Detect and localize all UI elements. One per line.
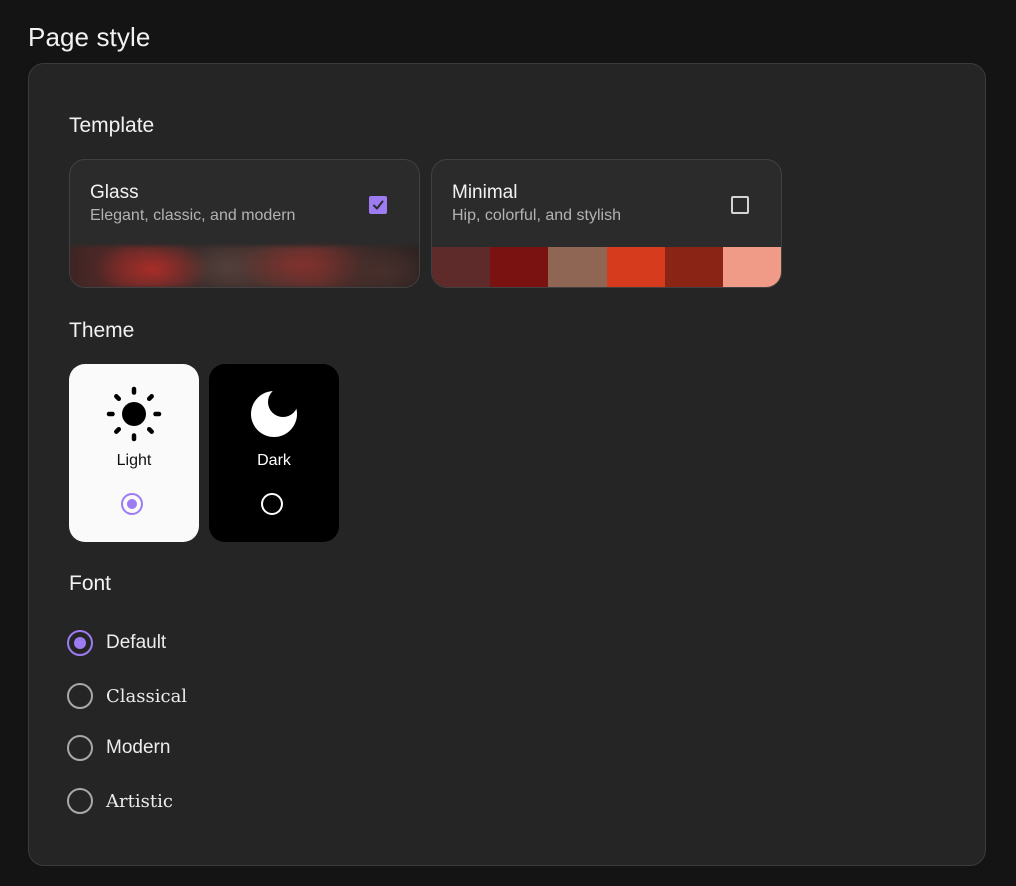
font-option-classical[interactable]: Classical (67, 681, 187, 711)
glass-preview-strip (70, 246, 419, 287)
font-label: Modern (106, 737, 171, 758)
palette-swatch (490, 247, 549, 287)
template-description: Hip, colorful, and stylish (452, 207, 621, 224)
template-name: Minimal (452, 182, 518, 203)
font-radio-artistic[interactable] (67, 788, 93, 814)
theme-card-dark[interactable]: Dark (209, 364, 339, 542)
template-heading: Template (69, 114, 155, 137)
template-card-minimal[interactable]: Minimal Hip, colorful, and stylish (431, 159, 782, 288)
font-label: Default (106, 632, 167, 653)
theme-label: Light (116, 452, 152, 469)
palette-swatch (606, 247, 665, 287)
template-description: Elegant, classic, and modern (90, 207, 296, 224)
page-style-panel: Template Glass Elegant, classic, and mod… (28, 63, 986, 866)
font-heading: Font (69, 572, 112, 595)
font-option-modern[interactable]: Modern (67, 733, 170, 763)
theme-radio-light[interactable] (121, 493, 143, 515)
palette-swatch (722, 247, 781, 287)
palette-swatch (664, 247, 723, 287)
theme-heading: Theme (69, 319, 135, 342)
sun-icon (106, 386, 162, 442)
palette-swatch (432, 247, 491, 287)
theme-radio-dark[interactable] (261, 493, 283, 515)
template-card-glass[interactable]: Glass Elegant, classic, and modern (69, 159, 420, 288)
palette-swatch (548, 247, 607, 287)
font-option-default[interactable]: Default (67, 628, 166, 658)
moon-icon (251, 391, 297, 437)
font-option-artistic[interactable]: Artistic (67, 786, 173, 816)
template-name: Glass (90, 182, 139, 203)
font-radio-classical[interactable] (67, 683, 93, 709)
font-label: Classical (106, 685, 188, 707)
font-label: Artistic (106, 790, 173, 812)
page-title: Page style (28, 22, 151, 52)
checkmark-icon (373, 200, 384, 210)
theme-label: Dark (257, 452, 291, 469)
font-radio-default[interactable] (67, 630, 93, 656)
theme-card-light[interactable]: Light (69, 364, 199, 542)
font-radio-modern[interactable] (67, 735, 93, 761)
template-checkbox-glass[interactable] (369, 196, 387, 214)
minimal-palette-strip (432, 247, 781, 287)
template-checkbox-minimal[interactable] (731, 196, 749, 214)
